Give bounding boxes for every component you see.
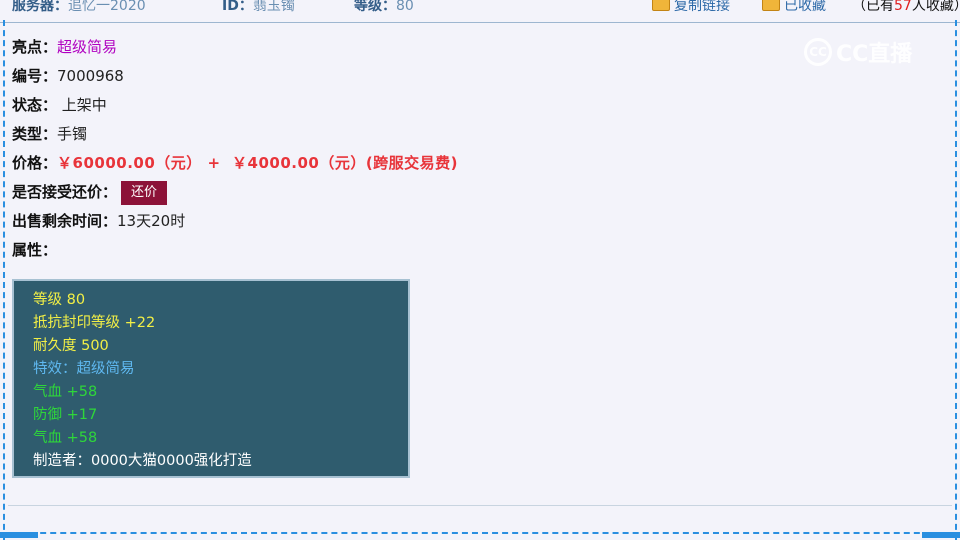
attribute-line: 气血 +58: [33, 384, 98, 400]
counter-offer-button[interactable]: 还价: [121, 180, 168, 205]
level-info: 等级：80: [354, 0, 414, 15]
remaining-time-value: 13天20时: [117, 212, 186, 230]
attribute-line: 抵抗封印等级 +22: [33, 315, 156, 331]
left-dashed-border: [3, 20, 5, 540]
id-info: ID：翡玉镯: [222, 0, 295, 15]
highlight-row: 亮点：超级简易: [12, 33, 458, 62]
watermark-text: CC直播: [836, 42, 913, 67]
top-info-bar: 服务器：追忆一2020 ID：翡玉镯 等级：80 复制链接 已收藏 （已有57人…: [0, 0, 960, 23]
counter-offer-row: 是否接受还价： 还价: [12, 178, 458, 207]
attribute-line: 制造者：0000大猫0000强化打造: [33, 453, 252, 469]
copy-link-label: 复制链接: [674, 0, 730, 14]
price-value: ￥60000.00（元） + ￥4000.00（元）(跨服交易费): [57, 154, 459, 172]
right-dashed-border: [955, 20, 957, 540]
price-row: 价格：￥60000.00（元） + ￥4000.00（元）(跨服交易费): [12, 149, 458, 178]
id-value: 翡玉镯: [252, 0, 295, 14]
favorite-icon: [762, 0, 780, 11]
remaining-time-label: 出售剩余时间：: [12, 212, 118, 230]
counter-offer-label: 是否接受还价：: [12, 183, 118, 201]
favorited-button[interactable]: 已收藏: [762, 0, 826, 15]
number-label: 编号：: [12, 67, 58, 85]
attribute-line: 气血 +58: [33, 430, 98, 446]
page: 服务器：追忆一2020 ID：翡玉镯 等级：80 复制链接 已收藏 （已有57人…: [0, 0, 960, 540]
fav-count-number: 57: [894, 0, 912, 14]
server-info: 服务器：追忆一2020: [12, 0, 146, 15]
favorited-label: 已收藏: [784, 0, 826, 14]
status-label: 状态：: [12, 96, 58, 114]
attribute-line: 防御 +17: [33, 407, 98, 423]
number-value: 7000968: [57, 67, 124, 85]
status-value: 上架中: [57, 96, 107, 114]
level-value: 80: [396, 0, 414, 14]
cc-logo-icon: CC: [804, 38, 832, 66]
attributes-panel: 等级 80 抵抗封印等级 +22 耐久度 500 特效：超级简易 气血 +58 …: [12, 279, 410, 478]
item-details: 亮点：超级简易 编号：7000968 状态： 上架中 类型：手镯 价格：￥600…: [12, 33, 458, 265]
level-label: 等级：: [354, 0, 396, 14]
remaining-time-row: 出售剩余时间：13天20时: [12, 207, 458, 236]
attribute-line: 特效：超级简易: [33, 361, 135, 377]
bottom-left-corner: [0, 532, 38, 538]
id-label: ID：: [222, 0, 253, 14]
highlight-value: 超级简易: [57, 38, 118, 56]
price-label: 价格：: [12, 154, 58, 172]
fav-prefix: （已有: [852, 0, 894, 14]
cc-live-watermark: CC CC直播: [804, 36, 912, 68]
fav-suffix: 人收藏）: [911, 0, 960, 14]
type-label: 类型：: [12, 125, 58, 143]
attribute-line: 等级 80: [33, 292, 86, 308]
highlight-label: 亮点：: [12, 38, 58, 56]
section-divider: [8, 505, 952, 506]
favorite-count: （已有57人收藏）: [852, 0, 960, 15]
attribute-line: 耐久度 500: [33, 338, 109, 354]
server-value: 追忆一2020: [68, 0, 146, 14]
server-label: 服务器：: [12, 0, 68, 14]
attributes-row: 属性：: [12, 236, 458, 265]
status-row: 状态： 上架中: [12, 91, 458, 120]
bottom-right-corner: [922, 532, 960, 538]
type-value: 手镯: [57, 125, 88, 143]
copy-link-button[interactable]: 复制链接: [652, 0, 730, 15]
copy-link-icon: [652, 0, 670, 11]
number-row: 编号：7000968: [12, 62, 458, 91]
attributes-label: 属性：: [12, 241, 58, 259]
type-row: 类型：手镯: [12, 120, 458, 149]
bottom-dashed-border: [0, 532, 960, 540]
